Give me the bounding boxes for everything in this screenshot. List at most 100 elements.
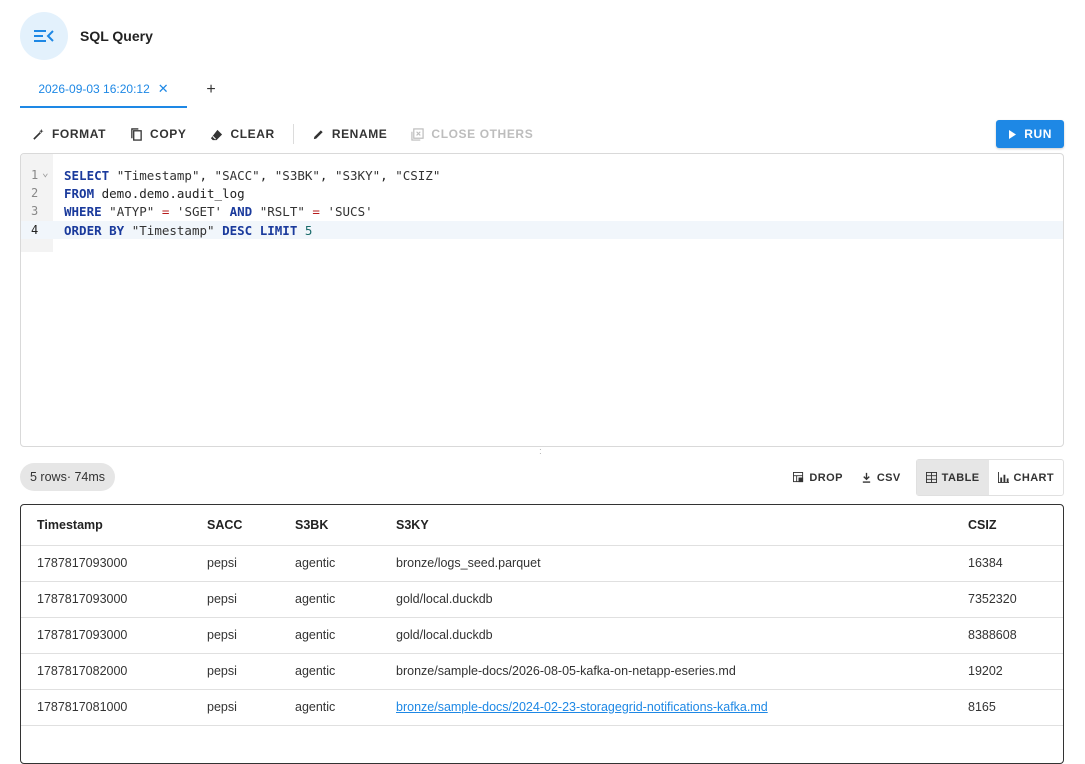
sql-number: 5 — [304, 222, 313, 238]
sql-identifier: "RSLT" — [259, 203, 305, 219]
sql-string: 'SUCS' — [327, 203, 373, 219]
result-status-badge: 5 rows· 74ms — [20, 463, 116, 491]
line-number: 3 — [31, 204, 39, 218]
view-toggle: TABLE CHART — [915, 459, 1064, 496]
sql-identifier: "SACC" — [214, 167, 260, 183]
menu-toggle-button[interactable] — [20, 12, 68, 60]
page-title: SQL Query — [80, 28, 153, 44]
table-cell: pepsi — [191, 617, 279, 654]
sql-editor[interactable]: 1 ⌄ SELECT "Timestamp", "SACC", "S3BK", … — [20, 153, 1064, 447]
format-label: FORMAT — [52, 127, 107, 141]
table-row: 1787817093000 pepsi agentic gold/local.d… — [21, 581, 1063, 618]
sql-identifier: "ATYP" — [109, 203, 155, 219]
sql-keyword: SELECT — [64, 167, 110, 183]
line-number: 4 — [31, 223, 39, 237]
page-header: SQL Query — [20, 12, 153, 60]
sql-keyword: LIMIT — [259, 222, 298, 238]
table-cell: pepsi — [191, 581, 279, 618]
rename-label: RENAME — [331, 127, 388, 141]
sql-identifier: "CSIZ" — [395, 167, 441, 183]
table-cell: bronze/logs_seed.parquet — [380, 545, 952, 582]
sql-keyword: DESC — [222, 222, 253, 238]
table-cell: 19202 — [952, 653, 1063, 690]
table-cell: pepsi — [191, 653, 279, 690]
table-cell: 7352320 — [952, 581, 1063, 618]
add-tab-button[interactable]: + — [187, 72, 235, 108]
code-line-active: 4 ORDER BY "Timestamp" DESC LIMIT 5 — [21, 221, 1063, 239]
table-cell: 16384 — [952, 545, 1063, 582]
drop-label: DROP — [809, 471, 843, 484]
sql-identifier: "Timestamp" — [131, 222, 215, 238]
menu-collapse-icon — [34, 30, 54, 42]
table-view-button[interactable]: TABLE — [916, 460, 989, 495]
toolbar-divider — [292, 124, 294, 144]
copy-icon — [131, 127, 142, 141]
table-drop-icon — [793, 472, 804, 483]
column-header[interactable]: Timestamp — [21, 505, 191, 546]
table-cell: 1787817093000 — [21, 581, 191, 618]
table-cell-link[interactable]: bronze/sample-docs/2024-02-23-storagegri… — [380, 689, 952, 726]
resize-handle-icon[interactable]: · · — [539, 446, 542, 458]
column-header[interactable]: SACC — [191, 505, 279, 546]
code-line: 1 ⌄ SELECT "Timestamp", "SACC", "S3BK", … — [21, 166, 1063, 184]
pencil-icon — [313, 129, 323, 139]
table-cell: agentic — [279, 689, 380, 726]
sql-string: 'SGET' — [176, 203, 223, 219]
column-header[interactable]: S3KY — [380, 505, 952, 546]
sql-keyword: AND — [229, 203, 253, 219]
sql-identifier: "S3KY" — [334, 167, 381, 183]
sql-keyword: FROM — [64, 185, 95, 201]
code-line-text: FROM demo.demo.audit_log — [64, 185, 245, 201]
table-cell: 1787817093000 — [21, 545, 191, 582]
table-cell: pepsi — [191, 689, 279, 726]
csv-button[interactable]: CSV — [852, 460, 910, 495]
column-header[interactable]: CSIZ — [952, 505, 1063, 546]
sql-identifier: "Timestamp" — [116, 167, 200, 183]
rename-button[interactable]: RENAME — [300, 118, 400, 150]
table-cell: 1787817093000 — [21, 617, 191, 654]
copy-button[interactable]: COPY — [118, 118, 198, 150]
close-others-button[interactable]: CLOSE OTHERS — [399, 118, 545, 150]
table-cell: 1787817082000 — [21, 653, 191, 690]
table-header-row: Timestamp SACC S3BK S3KY CSIZ — [21, 505, 1063, 546]
table-icon — [925, 472, 937, 483]
run-label: RUN — [1024, 127, 1052, 141]
table-row: 1787817081000 pepsi agentic bronze/sampl… — [21, 689, 1063, 726]
editor-toolbar: FORMAT COPY CLEAR RENAME CLOSE OTHERS RU… — [20, 118, 1064, 150]
code-line-text: SELECT "Timestamp", "SACC", "S3BK", "S3K… — [64, 167, 441, 183]
table-cell: agentic — [279, 545, 380, 582]
sql-keyword: WHERE — [64, 203, 102, 219]
tab-query[interactable]: 2026-09-03 16:20:12 ✕ — [20, 72, 187, 108]
results-table: Timestamp SACC S3BK S3KY CSIZ 1787817093… — [20, 504, 1064, 764]
copy-label: COPY — [150, 127, 187, 141]
table-cell: agentic — [279, 653, 380, 690]
play-icon — [1009, 129, 1017, 139]
code-line: 2 FROM demo.demo.audit_log — [21, 184, 1063, 202]
query-tabs: 2026-09-03 16:20:12 ✕ + — [20, 72, 235, 108]
clear-button[interactable]: CLEAR — [198, 118, 286, 150]
magic-wand-icon — [33, 128, 44, 140]
eraser-icon — [211, 129, 223, 140]
close-icon[interactable]: ✕ — [158, 81, 169, 97]
table-cell: pepsi — [191, 545, 279, 582]
sql-operator: = — [312, 203, 320, 219]
column-header[interactable]: S3BK — [279, 505, 380, 546]
code-line-text: ORDER BY "Timestamp" DESC LIMIT 5 — [64, 223, 312, 238]
sql-keyword: ORDER BY — [64, 222, 125, 238]
code-line-text: WHERE "ATYP" = 'SGET' AND "RSLT" = 'SUCS… — [64, 204, 373, 219]
chart-view-button[interactable]: CHART — [989, 460, 1064, 495]
close-others-label: CLOSE OTHERS — [431, 127, 534, 141]
chart-label: CHART — [1013, 471, 1054, 484]
table-row: 1787817093000 pepsi agentic gold/local.d… — [21, 617, 1063, 654]
format-button[interactable]: FORMAT — [20, 118, 118, 150]
run-button[interactable]: RUN — [996, 120, 1064, 148]
fold-chevron-icon[interactable]: ⌄ — [42, 166, 49, 179]
table-cell: agentic — [279, 617, 380, 654]
table-cell: 1787817081000 — [21, 689, 191, 726]
sql-identifier: "S3BK" — [274, 167, 320, 183]
drop-button[interactable]: DROP — [784, 460, 851, 495]
table-cell: 8388608 — [952, 617, 1063, 654]
code-line: 3 WHERE "ATYP" = 'SGET' AND "RSLT" = 'SU… — [21, 202, 1063, 220]
tab-label: 2026-09-03 16:20:12 — [38, 82, 150, 96]
download-icon — [862, 472, 870, 483]
